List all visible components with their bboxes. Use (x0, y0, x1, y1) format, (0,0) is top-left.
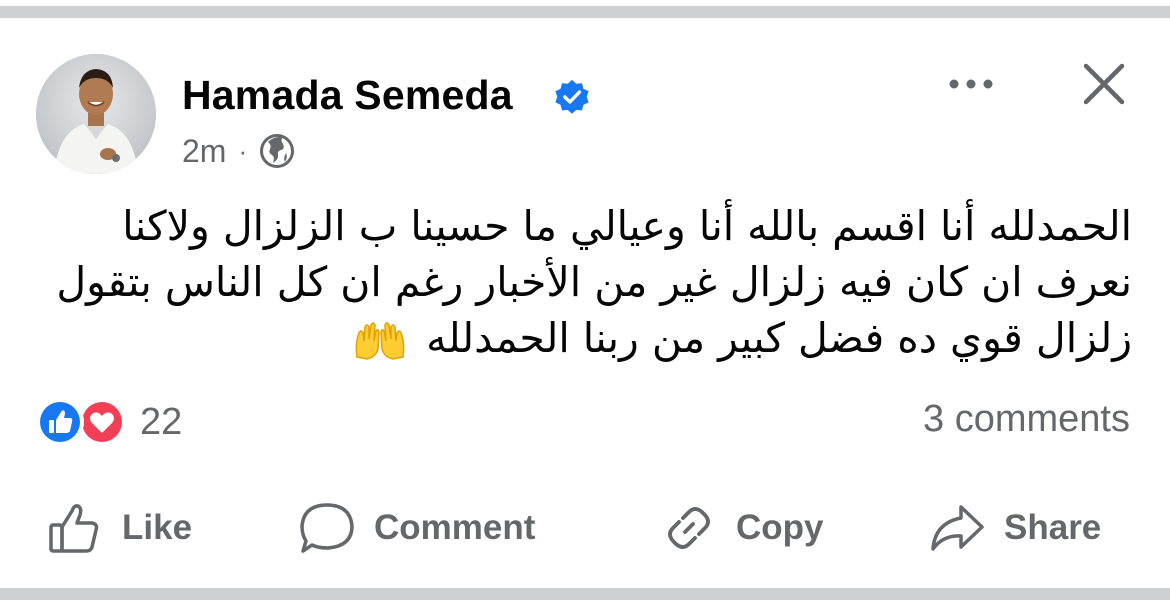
link-icon (668, 507, 710, 549)
like-button[interactable]: Like (46, 498, 192, 558)
author-name[interactable]: Hamada Semeda (182, 72, 513, 119)
comment-label: Comment (374, 508, 536, 547)
verified-badge-icon (555, 79, 589, 114)
reaction-count: 22 (140, 400, 183, 443)
reaction-summary[interactable]: 22 (36, 396, 182, 448)
meta-separator: · (238, 135, 248, 166)
post-text-line: نعرف ان كان فيه زلزال غير من الأخبار رغم… (56, 258, 1132, 306)
love-reaction-icon (78, 398, 126, 446)
post-text: الحمدلله أنا اقسم بالله أنا وعيالي ما حس… (56, 198, 1132, 366)
share-button[interactable]: Share (928, 498, 1101, 558)
comments-count[interactable]: 3 comments (923, 398, 1130, 441)
bottom-divider (0, 588, 1170, 600)
more-options-icon[interactable] (944, 66, 998, 102)
post-text-line-last: زلزال قوي ده فضل كبير من ربنا الحمدلله (72, 310, 1132, 366)
copy-button[interactable]: Copy (660, 498, 824, 558)
avatar-image (36, 54, 156, 174)
post-timestamp[interactable]: 2m (182, 133, 226, 170)
like-label: Like (122, 508, 193, 547)
share-arrow-icon (931, 505, 984, 551)
like-reaction-icon (36, 398, 84, 446)
comment-button[interactable]: Comment (298, 498, 535, 558)
post-text-line: زلزال قوي ده فضل كبير من ربنا الحمدلله (426, 314, 1132, 362)
thumbs-up-icon (49, 504, 99, 553)
globe-icon[interactable] (259, 133, 295, 169)
copy-label: Copy (736, 508, 824, 547)
post-text-line: الحمدلله أنا اقسم بالله أنا وعيالي ما حس… (122, 202, 1132, 250)
post-card: Hamada Semeda 2m · الحمدلله أنا اقسم بال… (0, 0, 1170, 608)
share-label: Share (1004, 508, 1102, 547)
close-icon[interactable] (1080, 60, 1128, 108)
avatar[interactable] (36, 54, 156, 174)
raising-hands-emoji (355, 322, 405, 360)
post-meta: 2m · (182, 130, 295, 172)
comment-bubble-icon (300, 503, 354, 553)
top-divider (0, 6, 1170, 18)
